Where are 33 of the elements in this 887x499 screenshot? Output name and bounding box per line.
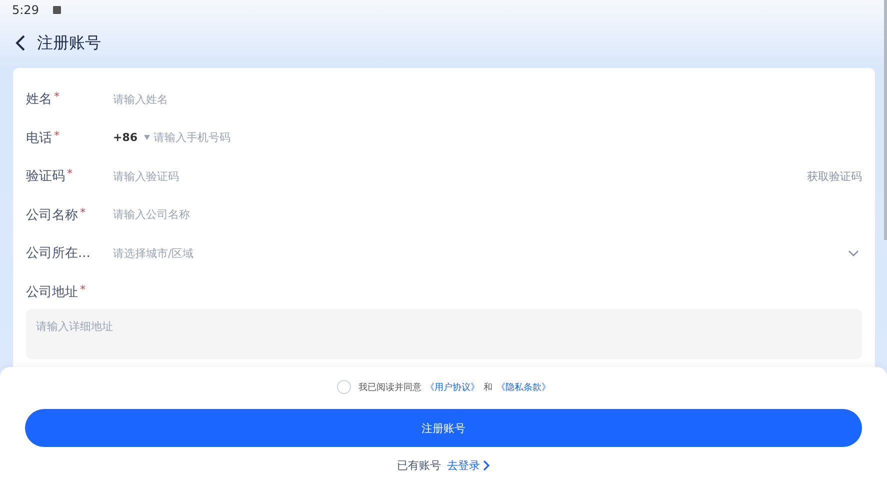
back-icon[interactable] <box>15 35 27 51</box>
agree-checkbox[interactable] <box>336 380 350 394</box>
field-label: 验证码 <box>26 169 65 184</box>
field-label: 公司地址 <box>26 284 78 300</box>
input-field[interactable]: 请输入验证码 <box>113 170 807 183</box>
select-field[interactable]: 请选择城市/区域 <box>113 246 848 260</box>
login-prompt: 已有账号 <box>397 458 441 473</box>
agreement-text: 我已阅读并同意 <box>358 382 422 394</box>
field-label: 公司所在... <box>26 246 90 262</box>
agreement-text: 和 <box>484 382 492 394</box>
chevron-right-icon[interactable] <box>483 460 490 471</box>
register-button[interactable]: 注册账号 <box>25 409 862 447</box>
input-field[interactable]: 请输入手机号码 <box>154 131 862 144</box>
status-time: 5:29 <box>12 3 39 17</box>
required-mark: * <box>80 282 86 296</box>
required-mark: * <box>54 128 60 142</box>
field-label: 姓名 <box>26 92 52 108</box>
notification-icon <box>52 6 61 14</box>
user-agreement-link[interactable]: 《用户协议》 <box>426 380 480 394</box>
required-mark: * <box>54 90 60 104</box>
page-title: 注册账号 <box>37 32 101 54</box>
input-field[interactable]: 请输入公司名称 <box>113 208 862 222</box>
caret-icon <box>144 135 150 140</box>
privacy-policy-link[interactable]: 《隐私条款》 <box>496 380 550 394</box>
address-field[interactable]: 请输入详细地址 <box>26 309 862 359</box>
required-mark: * <box>80 206 86 219</box>
required-mark: * <box>67 167 72 180</box>
login-link[interactable]: 去登录 <box>447 458 490 473</box>
get-code-link[interactable]: 获取验证码 <box>807 168 862 184</box>
country-code-dropdown[interactable]: +86 <box>113 131 150 144</box>
input-field[interactable]: 请输入姓名 <box>113 92 862 106</box>
field-label: 电话 <box>26 130 52 146</box>
field-label: 公司名称 <box>26 208 78 223</box>
